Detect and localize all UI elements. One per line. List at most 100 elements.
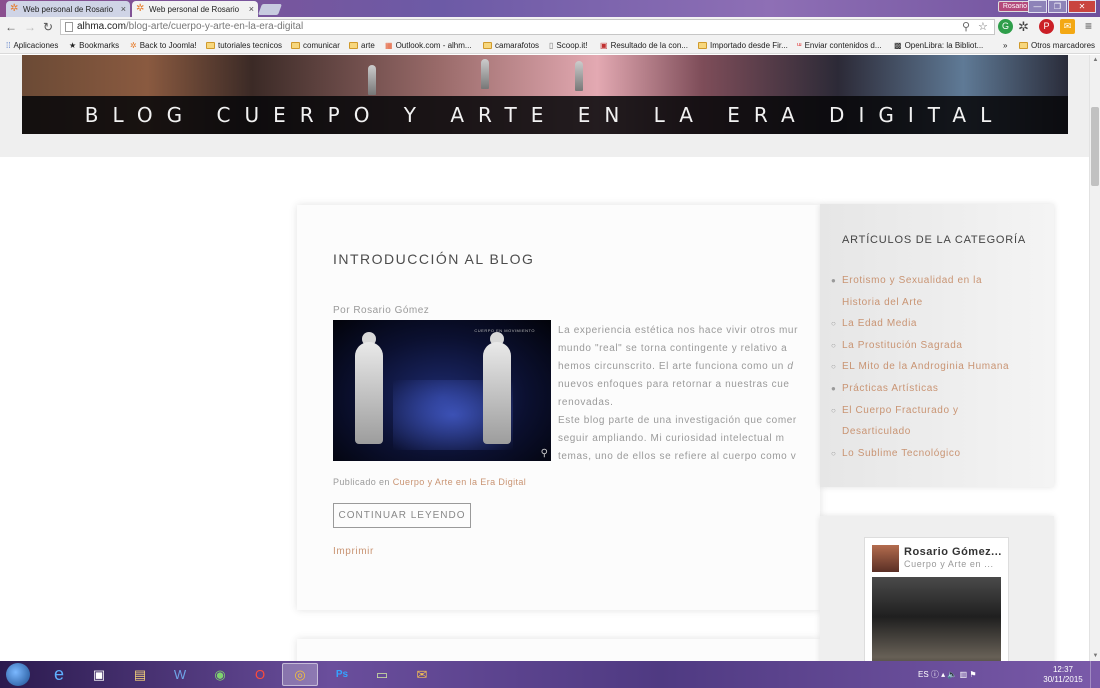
pinterest-icon[interactable]: P [1039, 19, 1054, 34]
close-tab-icon[interactable]: × [249, 4, 254, 14]
sidebar-item-practicas[interactable]: Prácticas Artísticas [831, 378, 1042, 400]
sidebar-item-cuerpo-fracturado[interactable]: El Cuerpo Fracturado y [831, 400, 1042, 422]
mail-icon[interactable]: ✉ [404, 663, 440, 686]
tray-arrow-icon[interactable]: ▴ [941, 670, 945, 679]
show-desktop-button[interactable] [1090, 661, 1100, 688]
sidebar-item-edad-media[interactable]: La Edad Media [831, 313, 1042, 335]
excerpt-line: seguir ampliando. Mi curiosidad intelect… [558, 433, 785, 444]
folder-app-icon[interactable]: ▭ [364, 663, 400, 686]
app-green-icon[interactable]: ◉ [202, 663, 238, 686]
bookmark-camarafotos[interactable]: camarafotos [483, 41, 539, 50]
bookmark-enviar[interactable]: ᵚ Enviar contenidos d... [797, 41, 882, 50]
flag-icon[interactable]: ⚑ [969, 670, 976, 679]
print-link[interactable]: Imprimir [333, 546, 374, 557]
excerpt-line: hemos circunscrito. El arte funciona com… [558, 361, 794, 372]
sidebar-item-cuerpo-fracturado-cont[interactable]: Desarticulado [842, 421, 1042, 443]
profile-button[interactable]: Rosario [997, 1, 1032, 12]
help-icon[interactable]: ⓘ [931, 670, 939, 679]
profile-card[interactable]: Rosario Gómez... Cuerpo y Arte en ... [864, 537, 1009, 661]
menu-icon[interactable]: ≡ [1081, 19, 1096, 34]
profile-cover-image[interactable] [872, 577, 1001, 661]
browser-toolbar: ← → ↻ alhma.com/blog-arte/cuerpo-y-arte-… [0, 17, 1100, 37]
zoom-icon[interactable]: ⚲ [962, 20, 970, 33]
url-domain: alhma.com [77, 21, 126, 32]
bookmarks-overflow[interactable]: » [1003, 41, 1007, 50]
star-icon[interactable]: ☆ [978, 20, 988, 33]
bookmark-importado[interactable]: Importado desde Fir... [698, 41, 788, 50]
scrollbar-thumb[interactable] [1091, 107, 1099, 186]
close-window-button[interactable]: ✕ [1068, 0, 1096, 13]
bookmark-scoopit[interactable]: ▯ Scoop.it! [549, 41, 588, 50]
sidebar-item-androginia[interactable]: EL Mito de la Androginia Humana [831, 356, 1042, 378]
page-scrollbar[interactable]: ▲ ▼ [1089, 55, 1100, 661]
bookmark-arte[interactable]: arte [349, 41, 375, 50]
chrome-icon[interactable]: ◎ [282, 663, 318, 686]
network-icon[interactable]: ▥ [960, 670, 968, 679]
internet-explorer-icon[interactable]: e [41, 663, 77, 686]
zoom-icon[interactable]: ⚲ [541, 448, 548, 459]
media-player-icon[interactable]: ▣ [81, 663, 117, 686]
bookmarks-bar: ⁞⁞ Aplicaciones ★ Bookmarks ✲ Back to Jooml… [0, 37, 1100, 54]
clock[interactable]: 12:37 30/11/2015 [1040, 665, 1086, 685]
word-icon[interactable]: W [162, 663, 198, 686]
tab-rosario-1[interactable]: ✲ Web personal de Rosario × [6, 1, 130, 17]
bookmark-back-to-joomla[interactable]: ✲ Back to Joomla! [130, 41, 197, 50]
gear-icon[interactable]: ✲ [1016, 19, 1031, 34]
scroll-down-icon[interactable]: ▼ [1090, 651, 1100, 661]
tab-rosario-2[interactable]: ✲ Web personal de Rosario × [132, 1, 258, 17]
article-image[interactable]: CUERPO EN MOVIMIENTO ⚲ [333, 320, 551, 461]
profile-name[interactable]: Rosario Gómez... [904, 546, 1002, 558]
bookmark-otros[interactable]: Otros marcadores [1019, 41, 1095, 50]
apps-grid-icon: ⁞⁞ [6, 41, 11, 50]
category-link[interactable]: Cuerpo y Arte en la Era Digital [393, 477, 526, 487]
blog-banner: BLOG CUERPO Y ARTE EN LA ERA DIGITAL [22, 55, 1068, 134]
scroll-up-icon[interactable]: ▲ [1090, 55, 1100, 65]
folder-icon [291, 42, 300, 49]
clock-time: 12:37 [1052, 665, 1074, 674]
forward-icon[interactable]: → [24, 20, 36, 34]
file-explorer-icon[interactable]: ▤ [122, 663, 158, 686]
folder-icon [206, 42, 215, 49]
figure-body [483, 342, 511, 444]
reload-icon[interactable]: ↻ [43, 20, 53, 34]
joomla-icon: ✲ [136, 3, 145, 14]
article-excerpt: La experiencia estética nos hace vivir o… [558, 322, 820, 466]
sidebar-item-erotismo[interactable]: Erotismo y Sexualidad en la [831, 270, 1042, 292]
window-controls: — ❐ ✕ [1028, 0, 1096, 13]
opera-icon[interactable]: O [242, 663, 278, 686]
extension-green-icon[interactable]: G [998, 19, 1013, 34]
category-list: Erotismo y Sexualidad en la Historia del… [831, 270, 1042, 465]
bookmark-comunicar[interactable]: comunicar [291, 41, 340, 50]
close-tab-icon[interactable]: × [121, 4, 126, 14]
sidebar-item-prostitucion[interactable]: La Prostitución Sagrada [831, 335, 1042, 357]
bookmark-outlook[interactable]: ▦ Outlook.com - alhm... [385, 41, 472, 50]
avatar[interactable] [872, 545, 899, 572]
volume-icon[interactable]: 🔈 [947, 670, 957, 679]
bookmark-tutoriales[interactable]: tutoriales tecnicos [206, 41, 282, 50]
bookmark-apps[interactable]: ⁞⁞ Aplicaciones [6, 41, 58, 50]
excerpt-line: mundo "real" se torna contingente y rela… [558, 343, 788, 354]
category-sidebar: ARTÍCULOS DE LA CATEGORÍA Erotismo y Sex… [820, 204, 1054, 487]
photoshop-icon[interactable]: Ps [324, 663, 360, 686]
article-title[interactable]: INTRODUCCIÓN AL BLOG [333, 251, 534, 267]
windows-taskbar: e ▣ ▤ W ◉ O ◎ Ps ▭ ✉ ES ⓘ ▴ 🔈 ▥ ⚑ 12:37 … [0, 661, 1100, 688]
excerpt-line: nuevos enfoques para retornar a nuestras… [558, 379, 790, 390]
sidebar-item-erotismo-cont[interactable]: Historia del Arte [842, 292, 1042, 314]
start-button[interactable] [6, 663, 30, 686]
read-more-button[interactable]: CONTINUAR LEYENDO [333, 503, 471, 528]
sidebar-item-sublime[interactable]: Lo Sublime Tecnológico [831, 443, 1042, 465]
bookmark-bookmarks[interactable]: ★ Bookmarks [69, 41, 119, 50]
new-tab-button[interactable] [257, 4, 283, 15]
profile-subtitle: Cuerpo y Arte en ... [904, 559, 994, 569]
bookmark-resultado[interactable]: ▣ Resultado de la con... [600, 41, 688, 50]
minimize-button[interactable]: — [1028, 0, 1047, 13]
article-card: INTRODUCCIÓN AL BLOG Por Rosario Gómez C… [297, 205, 820, 610]
banner-title-strip: BLOG CUERPO Y ARTE EN LA ERA DIGITAL [22, 96, 1068, 134]
extension-yellow-icon[interactable]: ✉ [1060, 19, 1075, 34]
address-bar[interactable]: alhma.com/blog-arte/cuerpo-y-arte-en-la-… [60, 19, 995, 35]
bookmark-openlibra[interactable]: ▩ OpenLibra: la Bibliot... [894, 41, 983, 50]
maximize-button[interactable]: ❐ [1048, 0, 1067, 13]
figure-body [355, 342, 383, 444]
language-indicator[interactable]: ES [918, 670, 929, 679]
back-icon[interactable]: ← [5, 20, 17, 34]
